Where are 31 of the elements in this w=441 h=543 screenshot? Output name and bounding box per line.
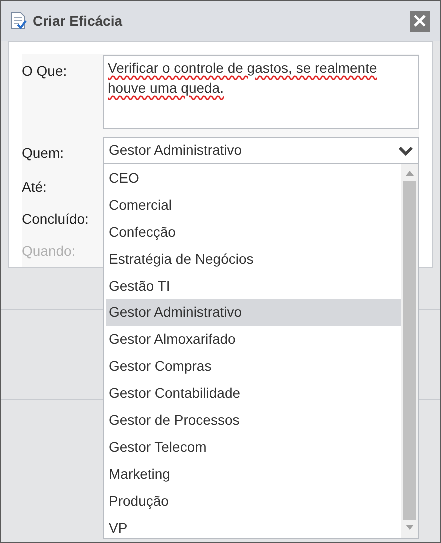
scroll-up-icon [406, 171, 414, 176]
field-label: Quando: [22, 242, 77, 261]
dropdown-option[interactable]: CEO [106, 165, 401, 192]
chevron-down-icon [399, 146, 413, 156]
field-label: O Que: [22, 62, 68, 81]
description-text: Verificar o controle de gastos, se realmente houve uma queda. [108, 60, 378, 96]
dropdown-option[interactable]: VP [106, 514, 401, 542]
scroll-down-icon [406, 525, 414, 530]
dropdown-option[interactable]: Comercial [106, 192, 401, 219]
dropdown-option[interactable]: Gestor Compras [106, 353, 401, 380]
scrollbar[interactable] [401, 164, 418, 538]
close-icon [414, 15, 426, 27]
dropdown-option[interactable]: Gestor Telecom [106, 434, 401, 461]
scrollbar-thumb[interactable] [403, 181, 416, 520]
dropdown-option[interactable]: Estratégia de Negócios [106, 246, 401, 273]
dropdown-option[interactable]: Gestor Almoxarifado [106, 326, 401, 354]
field-label: Quem: [22, 144, 66, 163]
document-check-icon [11, 12, 27, 30]
dropdown-option[interactable]: Gestão TI [106, 272, 401, 300]
close-button[interactable] [410, 10, 430, 32]
dropdown-option[interactable]: Gestor Contabilidade [106, 380, 401, 408]
dropdown-option[interactable]: Produção [106, 488, 401, 515]
dropdown-option[interactable]: Gestor de Processos [106, 407, 401, 434]
who-select[interactable]: Gestor Administrativo [103, 137, 419, 164]
description-field[interactable]: Verificar o controle de gastos, se realmente houve uma queda. [103, 55, 419, 129]
field-label: Concluído: [22, 210, 90, 229]
dropdown-option[interactable]: Confecção [106, 218, 401, 246]
window-title: Criar Eficácia [33, 12, 122, 30]
dropdown-option[interactable]: Marketing [106, 460, 401, 488]
field-label: Até: [22, 178, 48, 197]
dropdown-option[interactable]: Gestor Administrativo [106, 299, 401, 326]
